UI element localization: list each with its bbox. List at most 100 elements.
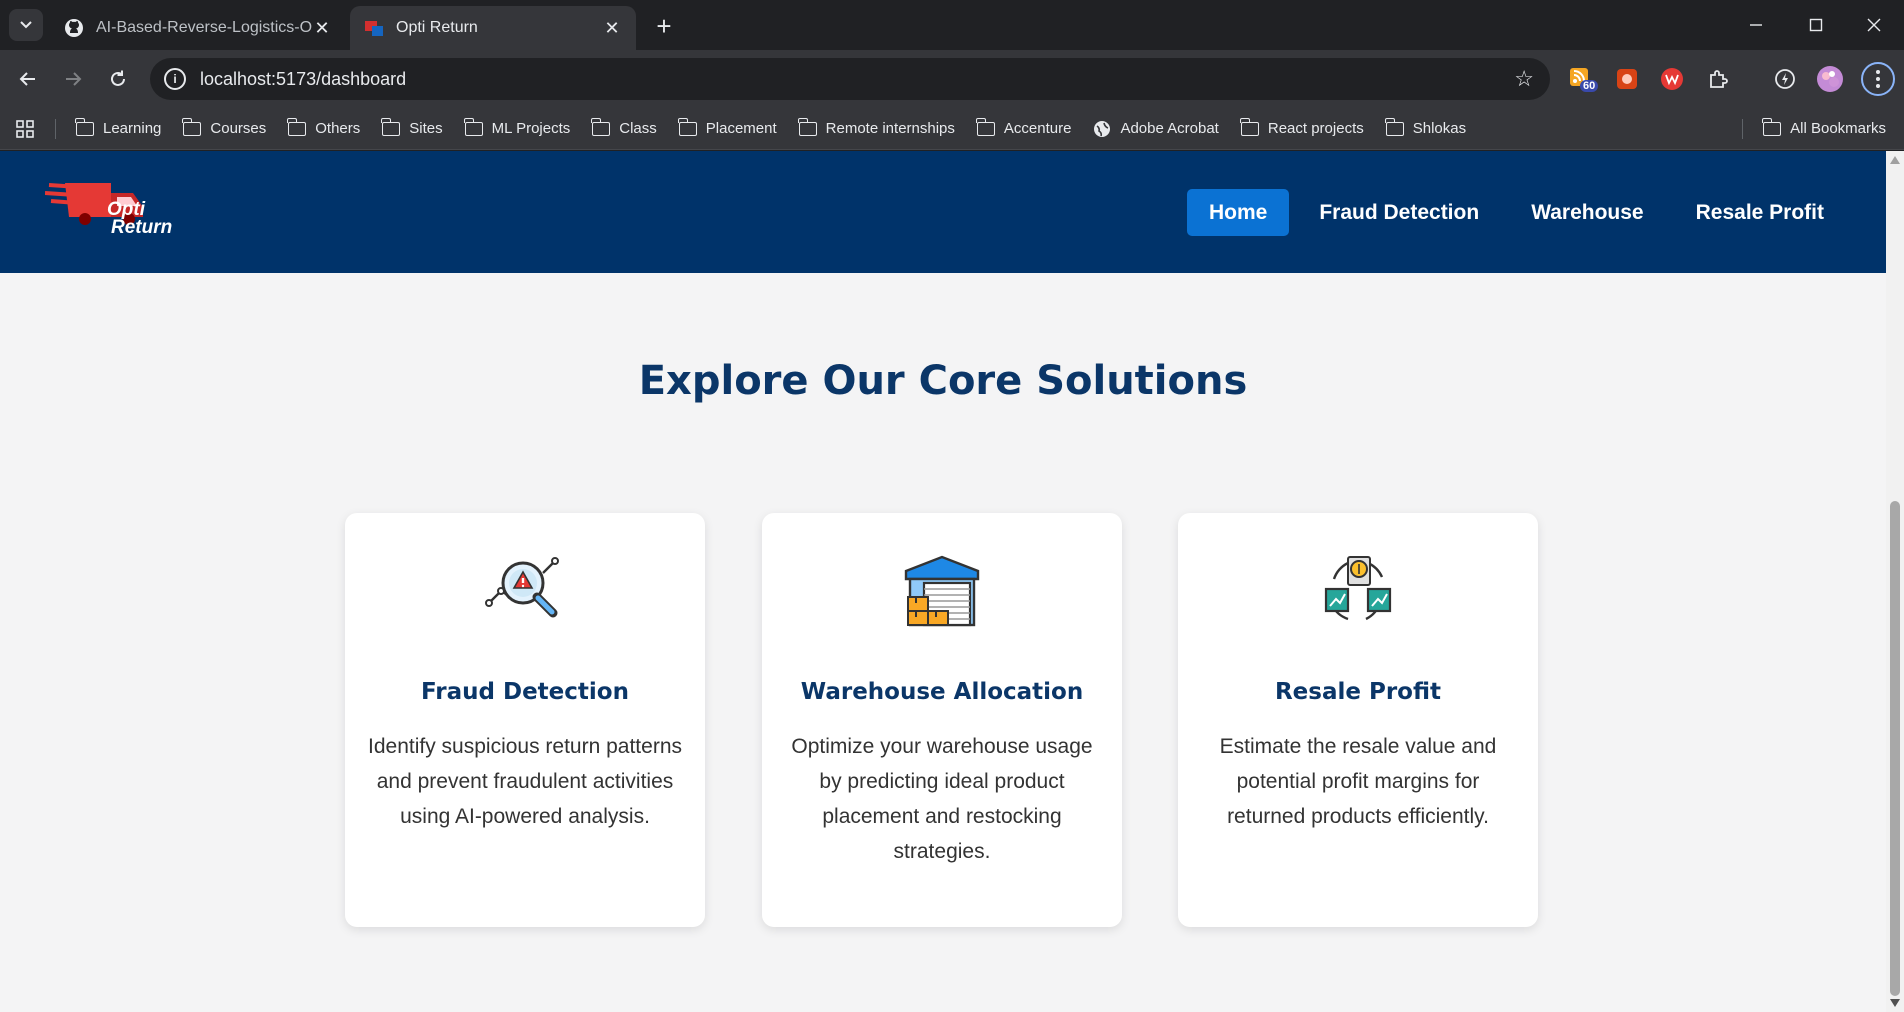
arrow-right-icon	[66, 72, 82, 86]
bookmark-sites[interactable]: Sites	[381, 117, 443, 137]
site-logo[interactable]: Opti Return	[44, 177, 175, 247]
bookmark-class[interactable]: Class	[591, 117, 657, 137]
card-fraud-detection[interactable]: Fraud Detection Identify suspicious retu…	[345, 513, 705, 927]
reload-button[interactable]	[102, 63, 134, 95]
card-resale-profit[interactable]: Resale Profit Estimate the resale value …	[1178, 513, 1538, 927]
card-title: Warehouse Allocation	[800, 679, 1084, 705]
folder-icon	[1239, 117, 1259, 136]
folder-icon	[381, 117, 401, 136]
performance-icon[interactable]	[1770, 64, 1800, 94]
bookmark-label: Adobe Acrobat	[1120, 120, 1219, 137]
browser-tab-github[interactable]: AI-Based-Reverse-Logistics-Opt ✕	[50, 6, 346, 50]
folder-icon	[463, 117, 483, 136]
bookmark-shlokas[interactable]: Shlokas	[1384, 117, 1467, 137]
all-bookmarks-button[interactable]: All Bookmarks	[1762, 117, 1886, 137]
scroll-down-arrow-icon[interactable]	[1890, 999, 1900, 1007]
folder-icon	[975, 117, 995, 136]
scroll-up-arrow-icon[interactable]	[1890, 156, 1900, 164]
nav-home[interactable]: Home	[1186, 189, 1290, 236]
card-warehouse-allocation[interactable]: Warehouse Allocation Optimize your wareh…	[762, 513, 1122, 927]
github-icon	[64, 18, 84, 38]
back-button[interactable]	[12, 63, 44, 95]
bookmark-others[interactable]: Others	[287, 117, 361, 137]
tab-close-icon[interactable]: ✕	[602, 18, 622, 38]
bookmark-label: Learning	[103, 120, 162, 137]
bookmark-learning[interactable]: Learning	[75, 117, 162, 137]
bookmark-courses[interactable]: Courses	[182, 117, 267, 137]
section-heading: Explore Our Core Solutions	[638, 358, 1248, 404]
card-title: Fraud Detection	[421, 679, 629, 705]
browser-menu-button[interactable]	[1861, 62, 1895, 96]
folder-icon	[1762, 117, 1782, 136]
scrollbar-thumb[interactable]	[1890, 501, 1900, 996]
warehouse-icon	[902, 551, 982, 631]
profile-avatar[interactable]	[1815, 64, 1845, 94]
minimize-icon	[1750, 24, 1762, 26]
vw-extension-icon[interactable]	[1657, 64, 1687, 94]
bookmark-label: ML Projects	[491, 120, 571, 137]
bookmarks-divider	[55, 118, 56, 139]
main-nav: Home Fraud Detection Warehouse Resale Pr…	[1179, 189, 1886, 236]
address-bar[interactable]: i localhost:5173/dashboard ☆	[150, 58, 1550, 100]
puzzle-extensions-icon[interactable]	[1703, 64, 1733, 94]
browser-tabstrip: AI-Based-Reverse-Logistics-Opt ✕ Opti Re…	[0, 0, 1904, 50]
close-window-button[interactable]	[1846, 0, 1902, 50]
url-text[interactable]: localhost:5173/dashboard	[200, 69, 1514, 90]
bookmark-label: Others	[315, 120, 361, 137]
folder-icon	[75, 117, 94, 136]
minimize-button[interactable]	[1728, 0, 1784, 50]
new-tab-button[interactable]: +	[650, 11, 678, 41]
folder-icon	[1384, 117, 1404, 136]
bookmark-star-icon[interactable]: ☆	[1514, 66, 1534, 92]
bookmark-remote-internships[interactable]: Remote internships	[797, 117, 955, 137]
logo-text-line2: Return	[111, 217, 173, 238]
apps-grid-icon[interactable]	[15, 119, 35, 139]
extension-badge: 60	[1583, 80, 1596, 92]
bookmark-adobe-acrobat[interactable]: Adobe Acrobat	[1093, 120, 1219, 138]
tab-close-icon[interactable]: ✕	[312, 18, 332, 38]
close-icon	[1867, 18, 1881, 32]
rss-extension-icon[interactable]: 60	[1568, 64, 1598, 94]
page-viewport: Opti Return Home Fraud Detection Warehou…	[0, 151, 1886, 1012]
card-title: Resale Profit	[1274, 679, 1442, 705]
resale-cycle-icon	[1318, 551, 1398, 631]
fraud-search-icon	[485, 551, 565, 631]
folder-icon	[287, 117, 307, 136]
red-extension-icon[interactable]	[1612, 64, 1642, 94]
tab-title: Opti Return	[396, 19, 478, 36]
more-vertical-icon	[1876, 70, 1880, 88]
bookmark-label: Courses	[210, 120, 267, 137]
bookmarks-divider	[1742, 118, 1744, 139]
bookmark-react-projects[interactable]: React projects	[1239, 117, 1364, 137]
bookmark-label: React projects	[1267, 120, 1364, 137]
bookmark-ml-projects[interactable]: ML Projects	[463, 117, 571, 137]
nav-warehouse[interactable]: Warehouse	[1509, 189, 1665, 236]
arrow-left-icon	[19, 72, 35, 86]
nav-fraud-detection[interactable]: Fraud Detection	[1297, 189, 1501, 236]
bookmark-label: Placement	[705, 120, 777, 137]
tab-search-button[interactable]	[9, 9, 43, 41]
bookmark-label: Accenture	[1003, 120, 1072, 137]
bookmark-placement[interactable]: Placement	[677, 117, 777, 137]
maximize-button[interactable]	[1788, 0, 1844, 50]
bookmark-label: Shlokas	[1412, 120, 1467, 137]
maximize-icon	[1809, 18, 1823, 32]
nav-resale-profit[interactable]: Resale Profit	[1674, 189, 1846, 236]
bookmarks-bar: Learning Courses Others Sites ML Project…	[0, 108, 1904, 150]
folder-icon	[677, 117, 697, 136]
globe-icon	[1094, 120, 1111, 137]
bookmark-label: Remote internships	[825, 120, 955, 137]
folder-icon	[182, 117, 202, 136]
site-info-icon[interactable]: i	[164, 68, 186, 90]
bookmark-label: All Bookmarks	[1790, 120, 1886, 137]
chevron-down-icon	[20, 21, 32, 29]
browser-tab-optireturn[interactable]: Opti Return ✕	[350, 6, 636, 50]
tab-title: AI-Based-Reverse-Logistics-Opt	[96, 19, 312, 36]
bookmark-accenture[interactable]: Accenture	[975, 117, 1072, 137]
folder-icon	[797, 117, 817, 136]
bookmark-label: Sites	[409, 120, 443, 137]
bookmark-label: Class	[619, 120, 657, 137]
forward-button[interactable]	[57, 63, 89, 95]
page-scrollbar[interactable]	[1886, 151, 1904, 1012]
optireturn-icon	[364, 18, 384, 38]
